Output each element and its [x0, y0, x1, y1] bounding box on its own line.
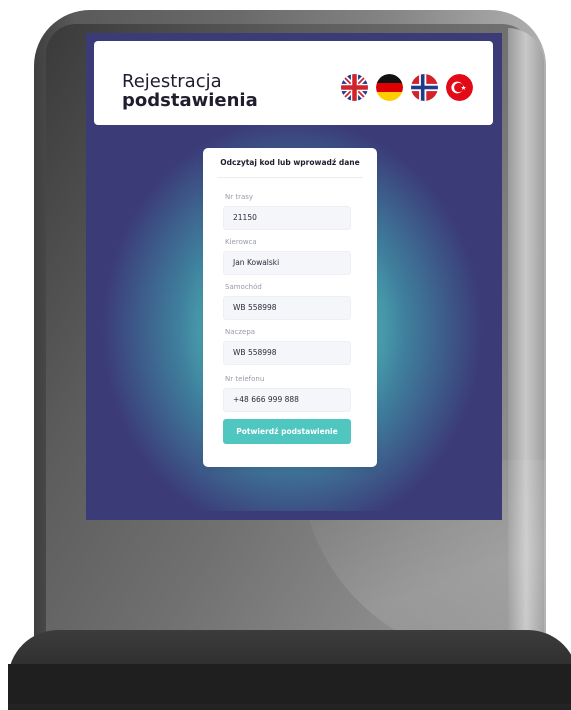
registration-form: Odczytaj kod lub wprowadź dane Nr trasy …: [203, 148, 377, 467]
trailer-field[interactable]: WB 558998: [223, 341, 351, 365]
divider: [217, 177, 363, 178]
route-number-label: Nr trasy: [225, 193, 254, 201]
language-selector: [341, 74, 473, 101]
route-number-field[interactable]: 21150: [223, 206, 351, 230]
vehicle-label: Samochód: [225, 283, 262, 291]
flag-germany-icon[interactable]: [376, 74, 403, 101]
flag-uk-icon[interactable]: [341, 74, 368, 101]
phone-label: Nr telefonu: [225, 375, 265, 383]
page-title-line2: podstawienia: [122, 90, 258, 111]
driver-label: Kierowca: [225, 238, 257, 246]
trailer-label: Naczepa: [225, 328, 256, 336]
form-title: Odczytaj kod lub wprowadź dane: [220, 158, 360, 167]
vehicle-field[interactable]: WB 558998: [223, 296, 351, 320]
kiosk-screen: Rejestracja podstawienia Odczytaj kod lu…: [86, 33, 502, 520]
header-card: Rejestracja podstawienia: [94, 41, 493, 125]
driver-field[interactable]: Jan Kowalski: [223, 251, 351, 275]
flag-norway-icon[interactable]: [411, 74, 438, 101]
page-title-line1: Rejestracja: [122, 71, 222, 92]
kiosk-base-edge: [8, 664, 571, 704]
phone-field[interactable]: +48 666 999 888: [223, 388, 351, 412]
confirm-button[interactable]: Potwierdź podstawienie: [223, 419, 351, 444]
flag-turkey-icon[interactable]: [446, 74, 473, 101]
